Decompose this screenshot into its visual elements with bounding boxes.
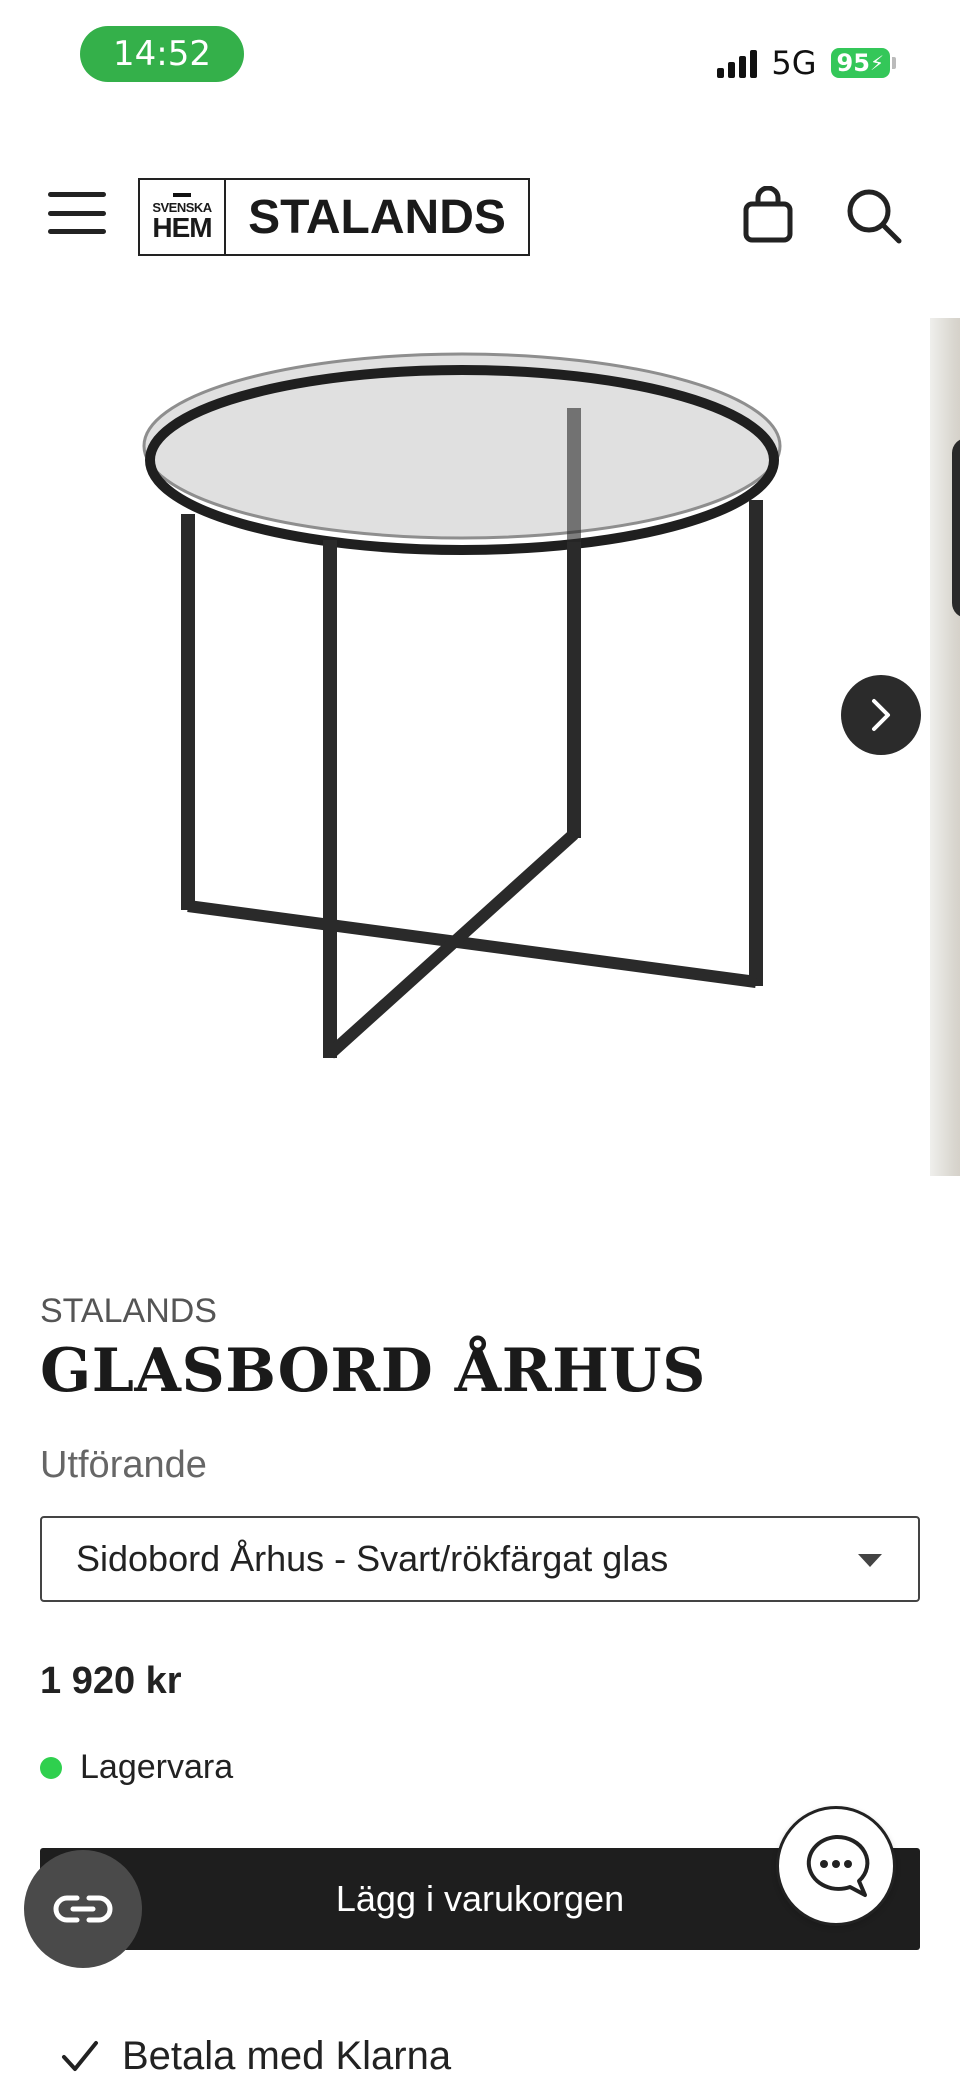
status-time: 14:52 (80, 26, 244, 82)
search-icon[interactable] (844, 186, 904, 246)
battery-level: 95 (836, 49, 870, 77)
variant-label: Utförande (40, 1444, 207, 1486)
product-title: GLASBORD ÅRHUS (40, 1336, 706, 1406)
next-slide-preview[interactable] (930, 318, 960, 1176)
battery-icon: 95 ⚡ (830, 48, 890, 78)
product-image (142, 352, 782, 1059)
stock-status: Lagervara (40, 1748, 233, 1787)
variant-selected-value: Sidobord Århus - Svart/rökfärgat glas (76, 1538, 669, 1579)
stock-status-label: Lagervara (80, 1748, 234, 1786)
logo-main-text: STALANDS (248, 190, 506, 244)
checkmark-icon (62, 2040, 98, 2071)
klarna-payment-note: Betala med Klarna (60, 2034, 451, 2079)
chat-icon[interactable] (776, 1806, 896, 1926)
status-bar: 14:52 5G 95 ⚡ (0, 0, 960, 110)
site-logo[interactable]: SVENSKA HEM STALANDS (138, 178, 530, 256)
caret-down-icon (858, 1554, 882, 1567)
logo-emblem: SVENSKA HEM (140, 180, 226, 254)
status-indicators: 5G 95 ⚡ (717, 44, 896, 82)
logo-hem-text: HEM (152, 212, 212, 243)
chevron-right-icon[interactable] (841, 675, 921, 755)
stock-dot-icon (40, 1756, 62, 1779)
shopping-bag-icon[interactable] (742, 186, 794, 244)
battery-cap (892, 57, 896, 69)
product-brand[interactable]: STALANDS (40, 1292, 217, 1331)
klarna-label: Betala med Klarna (122, 2034, 452, 2078)
product-image-gallery[interactable] (0, 318, 960, 1178)
signal-icon (717, 48, 758, 78)
site-header: SVENSKA HEM STALANDS (0, 170, 960, 270)
menu-icon[interactable] (48, 192, 106, 234)
variant-select[interactable]: Sidobord Århus - Svart/rökfärgat glas (40, 1516, 920, 1602)
link-icon[interactable] (24, 1850, 142, 1968)
network-label: 5G (771, 44, 817, 82)
product-price: 1 920 kr (40, 1660, 182, 1702)
